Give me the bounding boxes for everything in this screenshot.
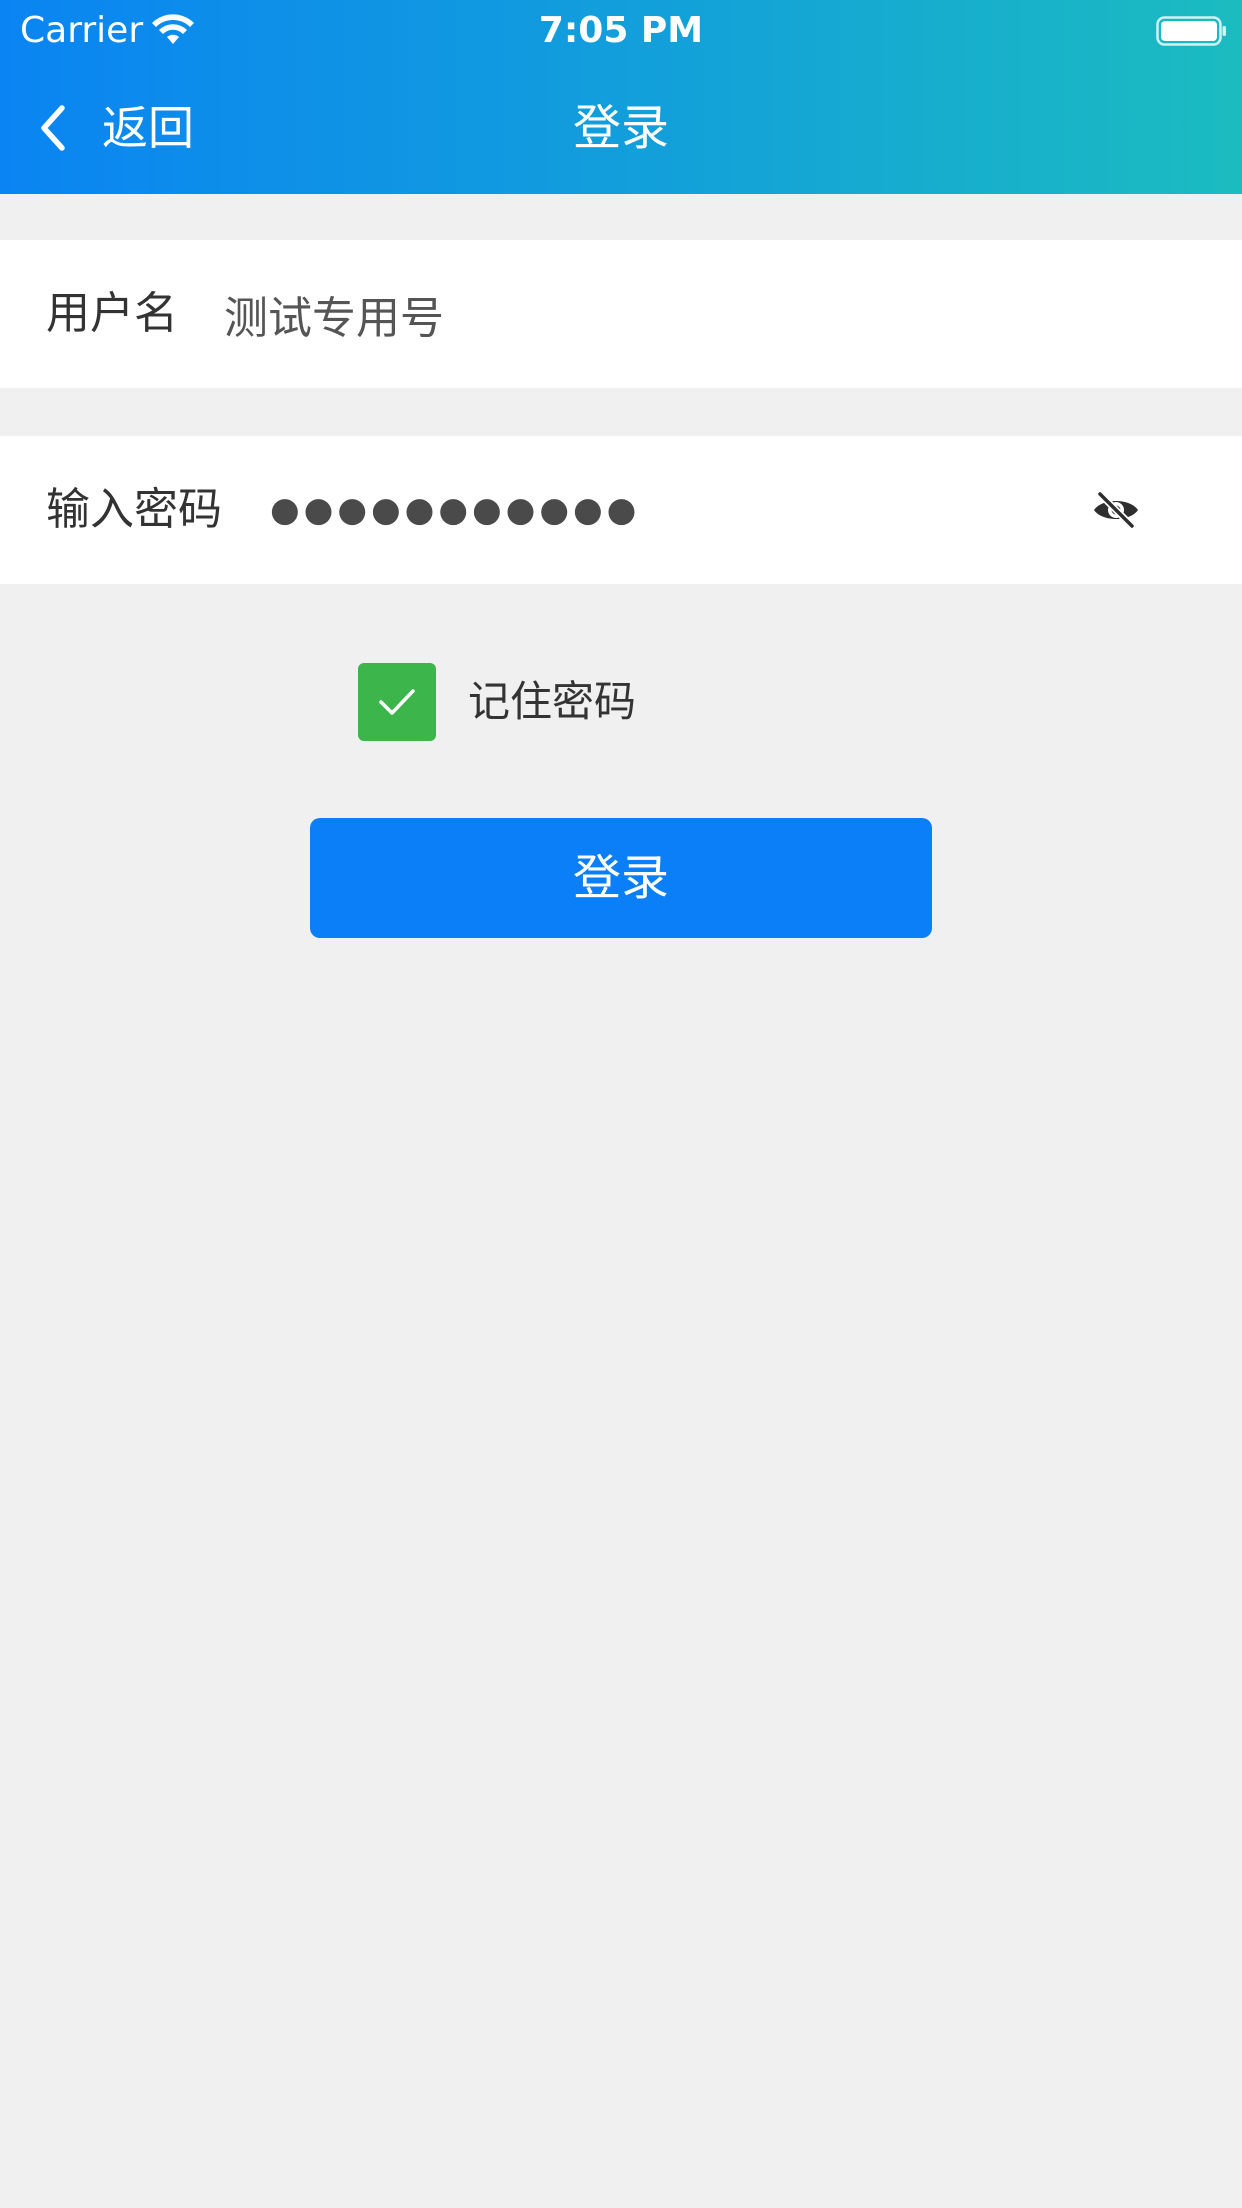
remember-password-checkbox[interactable] [358,663,436,741]
status-bar: Carrier 7:05 PM [0,0,1242,62]
remember-password-toggle[interactable]: 记住密码 [358,662,636,742]
username-row: 用户名 [0,240,1242,388]
password-row: 输入密码 ●●●●●●●●●●● [0,436,1242,584]
remember-password-label: 记住密码 [468,677,637,726]
password-input[interactable]: ●●●●●●●●●●● [270,436,640,584]
eye-slash-icon[interactable] [1088,482,1144,538]
check-icon [379,689,415,715]
header: Carrier 7:05 PM 返回 登录 [0,0,1242,194]
page-title: 登录 [572,100,669,156]
username-label: 用户名 [46,288,178,339]
status-time: 7:05 PM [538,10,704,51]
navigation-bar: 返回 登录 [0,62,1242,194]
password-label: 输入密码 [46,484,222,535]
username-input[interactable] [224,274,1124,354]
login-button[interactable]: 登录 [310,818,932,938]
battery-icon [1156,16,1226,46]
